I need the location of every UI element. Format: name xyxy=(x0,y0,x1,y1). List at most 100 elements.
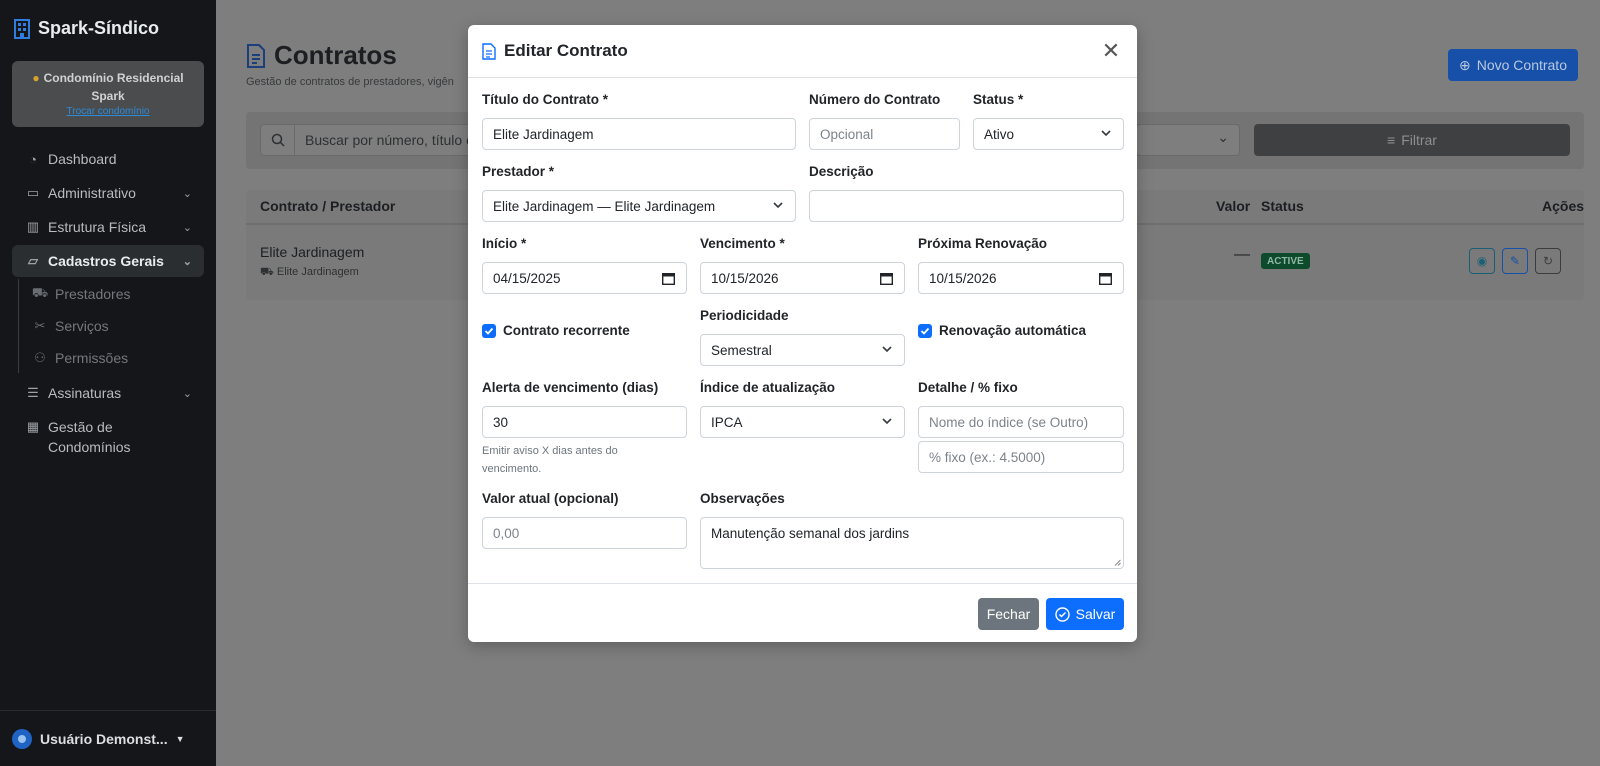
brand[interactable]: Spark-Síndico xyxy=(0,0,216,57)
app-name: Spark-Síndico xyxy=(38,18,160,38)
card-list-icon: ☰ xyxy=(27,385,39,400)
renovacao-date-input[interactable]: 10/15/2026 xyxy=(918,262,1124,294)
sidebar: Spark-Síndico ● Condomínio Residencial Sp… xyxy=(0,0,216,766)
building-gear-icon: ▦ xyxy=(26,419,40,434)
valor-input[interactable]: 0,00 xyxy=(482,517,687,549)
numero-input[interactable]: Opcional xyxy=(809,118,960,150)
page-title-text: Contratos xyxy=(274,40,397,70)
user-menu[interactable]: Usuário Demonst... ▼ xyxy=(0,710,216,766)
alerta-label: Alerta de vencimento (dias) xyxy=(482,380,659,395)
alerta-help-line1: Emitir aviso X dias antes do xyxy=(482,445,618,457)
switch-condo-link[interactable]: Trocar condomínio xyxy=(22,105,194,119)
nav-cadastros[interactable]: ▱ Cadastros Gerais ⌄ xyxy=(12,245,204,277)
chevron-down-icon: ⌄ xyxy=(182,221,192,234)
nav-administrativo-label: Administrativo xyxy=(48,185,136,201)
numero-label: Número do Contrato xyxy=(809,92,941,107)
modal-footer: Fechar Salvar xyxy=(468,583,1137,642)
chevron-down-icon: ⌄ xyxy=(182,387,192,400)
status-select[interactable]: Ativo xyxy=(973,118,1124,150)
inicio-value: 04/15/2025 xyxy=(493,270,561,286)
chevron-down-icon: ⌄ xyxy=(182,255,192,268)
map-pin-icon: ● xyxy=(32,71,40,85)
vencimento-date-input[interactable]: 10/15/2026 xyxy=(700,262,905,294)
prestador-select[interactable]: Elite Jardinagem — Elite Jardinagem xyxy=(482,190,796,222)
prestador-label: Prestador * xyxy=(482,164,555,179)
col-value: Valor xyxy=(1216,198,1251,214)
save-label: Salvar xyxy=(1075,606,1116,622)
nav-prestadores[interactable]: ⛟ Prestadores xyxy=(19,279,204,309)
observacoes-value: Manutenção semanal dos jardins xyxy=(711,526,910,541)
chevron-down-icon xyxy=(1101,130,1111,137)
speedometer-icon: ◔ xyxy=(29,151,37,167)
renovacao-automatica-checkbox[interactable]: Renovação automática xyxy=(918,323,1086,338)
close-button[interactable]: Fechar xyxy=(978,598,1039,630)
contract-title: Elite Jardinagem xyxy=(260,244,365,260)
recorrente-checkbox[interactable]: Contrato recorrente xyxy=(482,323,630,338)
new-contract-button[interactable]: ⊕ Novo Contrato xyxy=(1448,49,1578,81)
titulo-input[interactable]: Elite Jardinagem xyxy=(482,118,796,150)
percentual-fixo-input[interactable]: % fixo (ex.: 4.5000) xyxy=(918,441,1124,473)
search-icon xyxy=(261,125,295,155)
nav-administrativo[interactable]: ▭ Administrativo ⌄ xyxy=(12,177,204,209)
tools-icon: ✂ xyxy=(34,318,46,333)
check-circle-icon xyxy=(1054,606,1070,622)
nav-dashboard[interactable]: ◔ Dashboard xyxy=(12,143,204,175)
checkbox-checked-icon xyxy=(482,323,496,338)
observacoes-label: Observações xyxy=(700,491,785,506)
nav-gestao[interactable]: ▦ Gestão de Condomínios xyxy=(12,411,204,463)
status-label: Status * xyxy=(973,92,1024,107)
nav-gestao-label: Gestão de Condomínios xyxy=(48,419,131,455)
nav-assinaturas-label: Assinaturas xyxy=(48,385,122,401)
contract-provider-name: Elite Jardinagem xyxy=(276,266,359,278)
cadastros-subnav: ⛟ Prestadores ✂ Serviços ⚇ Permissões xyxy=(18,279,216,373)
filter-button[interactable]: ≡ Filtrar xyxy=(1254,124,1570,156)
nav-servicos-label: Serviços xyxy=(55,318,109,334)
vencimento-value: 10/15/2026 xyxy=(711,270,779,286)
page-title: Contratos xyxy=(246,40,397,71)
building-icon xyxy=(14,18,30,39)
indice-nome-input[interactable]: Nome do índice (se Outro) xyxy=(918,406,1124,438)
observacoes-textarea[interactable]: Manutenção semanal dos jardins xyxy=(700,517,1124,569)
renew-button[interactable]: ↻ xyxy=(1535,248,1561,274)
chevron-down-icon xyxy=(882,418,892,425)
titulo-label: Título do Contrato * xyxy=(482,92,608,107)
nav-estrutura-label: Estrutura Física xyxy=(48,219,147,235)
periodicidade-label: Periodicidade xyxy=(700,308,789,323)
chevron-down-icon xyxy=(882,346,892,353)
view-button[interactable]: ◉ xyxy=(1469,248,1495,274)
indice-select[interactable]: IPCA xyxy=(700,406,905,438)
renovacao-value: 10/15/2026 xyxy=(929,270,997,286)
alerta-help-line2: vencimento. xyxy=(482,463,542,475)
nav-estrutura[interactable]: ▥ Estrutura Física ⌄ xyxy=(12,211,204,243)
close-icon[interactable]: ✕ xyxy=(1099,38,1123,63)
alerta-input[interactable]: 30 xyxy=(482,406,687,438)
inicio-date-input[interactable]: 04/15/2025 xyxy=(482,262,687,294)
nav-assinaturas[interactable]: ☰ Assinaturas ⌄ xyxy=(12,377,204,409)
resize-grip-icon[interactable] xyxy=(1114,559,1121,566)
periodicidade-select[interactable]: Semestral xyxy=(700,334,905,366)
status-badge: ACTIVE xyxy=(1261,253,1310,269)
nav-servicos[interactable]: ✂ Serviços xyxy=(19,311,204,341)
edit-contract-modal: Editar Contrato ✕ Título do Contrato * E… xyxy=(468,25,1137,642)
nav-dashboard-label: Dashboard xyxy=(48,151,117,167)
condo-selector: ● Condomínio Residencial Spark Trocar con… xyxy=(12,61,204,127)
periodicidade-value: Semestral xyxy=(711,342,772,358)
status-filter-select[interactable] xyxy=(1136,124,1240,156)
edit-button[interactable]: ✎ xyxy=(1502,248,1528,274)
recorrente-label: Contrato recorrente xyxy=(503,323,630,338)
people-icon: ⚇ xyxy=(34,350,46,365)
save-button[interactable]: Salvar xyxy=(1046,598,1124,630)
status-value: Ativo xyxy=(984,126,1015,142)
nav-permissoes[interactable]: ⚇ Permissões xyxy=(19,343,204,373)
vencimento-label: Vencimento * xyxy=(700,236,785,251)
page-subtitle: Gestão de contratos de prestadores, vigê… xyxy=(246,76,454,88)
col-actions: Ações xyxy=(1542,198,1585,214)
briefcase-icon: ▭ xyxy=(26,185,40,200)
descricao-input[interactable] xyxy=(809,190,1124,222)
bar-chart-icon: ▥ xyxy=(26,219,40,234)
new-contract-label: Novo Contrato xyxy=(1476,57,1567,73)
eye-icon: ◉ xyxy=(1476,254,1488,268)
col-status: Status xyxy=(1261,198,1304,214)
col-contract: Contrato / Prestador xyxy=(260,198,396,214)
modal-header: Editar Contrato ✕ xyxy=(468,25,1137,78)
